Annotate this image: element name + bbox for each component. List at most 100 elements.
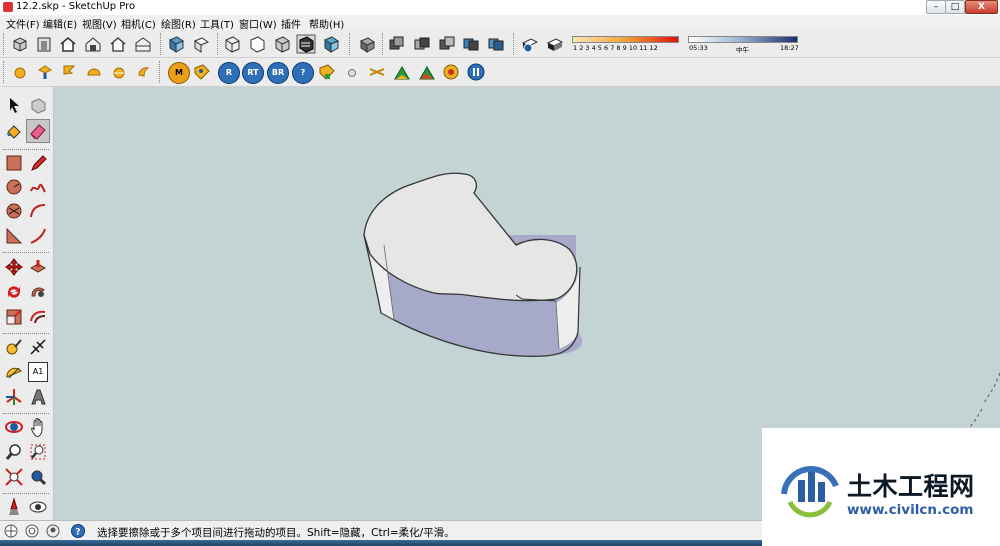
plugin-help-button[interactable]: ? — [292, 62, 314, 84]
zoom-window-icon[interactable] — [28, 442, 48, 462]
cone-icon[interactable] — [35, 62, 55, 82]
menu-file[interactable]: 文件(F) — [6, 16, 40, 31]
text-tool-button[interactable]: A1 — [28, 362, 48, 382]
bottom-view-icon[interactable] — [486, 34, 506, 54]
plugin-m-button[interactable]: M — [168, 62, 190, 84]
shaded-textures-icon[interactable] — [321, 34, 341, 54]
two-point-arc-icon[interactable] — [28, 226, 48, 246]
flag-icon[interactable] — [59, 62, 79, 82]
home-icon[interactable] — [58, 34, 78, 54]
share-component-icon[interactable] — [108, 34, 128, 54]
menu-plugins[interactable]: 插件 — [281, 16, 301, 31]
menu-draw[interactable]: 绘图(R) — [161, 16, 196, 31]
plugin-rt-button[interactable]: RT — [242, 62, 264, 84]
arc-icon[interactable] — [28, 201, 48, 221]
sphere-icon[interactable] — [10, 62, 30, 82]
iso-view-icon[interactable] — [166, 34, 186, 54]
position-camera-icon[interactable] — [4, 497, 24, 517]
circle-icon[interactable] — [4, 177, 24, 197]
pie-icon[interactable] — [4, 226, 24, 246]
menu-help[interactable]: 帮助(H) — [309, 16, 344, 31]
shaded-icon[interactable] — [296, 34, 316, 54]
display-shadows-icon[interactable] — [545, 34, 565, 54]
time-start-label: 05:33 — [689, 44, 708, 52]
dimension-icon[interactable] — [28, 337, 48, 357]
maximize-button[interactable]: □ — [945, 0, 965, 14]
push-pull-icon[interactable] — [28, 257, 48, 277]
move-icon[interactable] — [4, 257, 24, 277]
half-sphere-icon[interactable] — [84, 62, 104, 82]
right-view-icon[interactable] — [412, 34, 432, 54]
follow-me-icon[interactable] — [28, 282, 48, 302]
warehouse-icon[interactable] — [34, 34, 54, 54]
title-bar: 12.2.skp - SketchUp Pro – □ X — [0, 0, 1000, 16]
toolbar-separator — [159, 61, 162, 83]
small-sphere-icon[interactable] — [342, 62, 362, 82]
polygon-icon[interactable] — [4, 201, 24, 221]
make-component-icon[interactable] — [28, 95, 48, 115]
pan-hand-icon[interactable] — [28, 417, 48, 437]
menu-bar: 文件(F) 编辑(E) 视图(V) 相机(C) 绘图(R) 工具(T) 窗口(W… — [0, 15, 1000, 31]
protractor-icon[interactable] — [4, 362, 24, 382]
pause-icon[interactable] — [466, 62, 486, 82]
status-message: 选择要擦除或于多个项目间进行拖动的项目。Shift=隐藏，Ctrl=柔化/平滑。 — [97, 527, 455, 539]
rectangle-icon[interactable] — [4, 153, 24, 173]
top-view-icon[interactable] — [191, 34, 211, 54]
geo-location-icon[interactable] — [4, 524, 18, 538]
zoom-extents-icon[interactable] — [4, 467, 24, 487]
menu-view[interactable]: 视图(V) — [82, 16, 117, 31]
toolbar-separator — [382, 33, 385, 55]
torus-icon[interactable] — [133, 62, 153, 82]
line-pencil-icon[interactable] — [28, 153, 48, 173]
plugin-tag2-icon[interactable] — [317, 62, 337, 82]
previous-view-icon[interactable] — [28, 467, 48, 487]
target-icon[interactable] — [441, 62, 461, 82]
left-view-icon[interactable] — [461, 34, 481, 54]
scale-icon[interactable] — [4, 307, 24, 327]
3d-text-icon[interactable] — [28, 387, 48, 407]
freehand-icon[interactable] — [28, 177, 48, 197]
shadow-time-slider[interactable]: 05:33 中午 18:27 — [688, 33, 800, 55]
building-icon[interactable] — [133, 34, 153, 54]
hidden-line-icon[interactable] — [272, 34, 292, 54]
monochrome-icon[interactable] — [357, 34, 377, 54]
menu-tools[interactable]: 工具(T) — [200, 16, 234, 31]
plugin-tag-icon[interactable] — [192, 62, 212, 82]
instructor-help-icon[interactable]: ? — [71, 524, 85, 538]
tree-icon[interactable] — [392, 62, 412, 82]
tape-measure-icon[interactable] — [4, 337, 24, 357]
orbit-icon[interactable] — [4, 417, 24, 437]
get-models-icon[interactable] — [10, 34, 30, 54]
menu-edit[interactable]: 编辑(E) — [43, 16, 77, 31]
xray-icon[interactable] — [222, 34, 242, 54]
share-model-icon[interactable] — [83, 34, 103, 54]
wireframe-icon[interactable] — [247, 34, 267, 54]
eraser-tool-active[interactable] — [26, 119, 50, 143]
tool-separator — [3, 333, 49, 334]
minimize-button[interactable]: – — [926, 0, 946, 14]
close-button[interactable]: X — [965, 0, 998, 14]
shadow-settings-icon[interactable] — [520, 34, 540, 54]
terrain-icon[interactable] — [417, 62, 437, 82]
menu-camera[interactable]: 相机(C) — [121, 16, 156, 31]
section-cut-icon[interactable] — [367, 62, 387, 82]
plugin-br-button[interactable]: BR — [267, 62, 289, 84]
tool-separator — [3, 252, 49, 253]
axes-icon[interactable] — [4, 387, 24, 407]
shadow-date-slider[interactable]: 1 2 3 4 5 6 7 8 9 10 11 12 — [572, 33, 682, 55]
zoom-icon[interactable] — [4, 442, 24, 462]
front-view-icon[interactable] — [387, 34, 407, 54]
plugin-r-button[interactable]: R — [218, 62, 240, 84]
menu-window[interactable]: 窗口(W) — [239, 16, 277, 31]
time-slider-track[interactable] — [688, 36, 798, 43]
select-arrow-icon[interactable] — [4, 95, 24, 115]
credits-icon[interactable] — [25, 524, 39, 538]
user-icon[interactable] — [46, 524, 60, 538]
paint-bucket-icon[interactable] — [4, 121, 24, 141]
offset-icon[interactable] — [28, 307, 48, 327]
dome-icon[interactable] — [109, 62, 129, 82]
back-view-icon[interactable] — [437, 34, 457, 54]
look-around-icon[interactable] — [28, 497, 48, 517]
month-slider-track[interactable] — [572, 36, 679, 43]
rotate-icon[interactable] — [4, 282, 24, 302]
